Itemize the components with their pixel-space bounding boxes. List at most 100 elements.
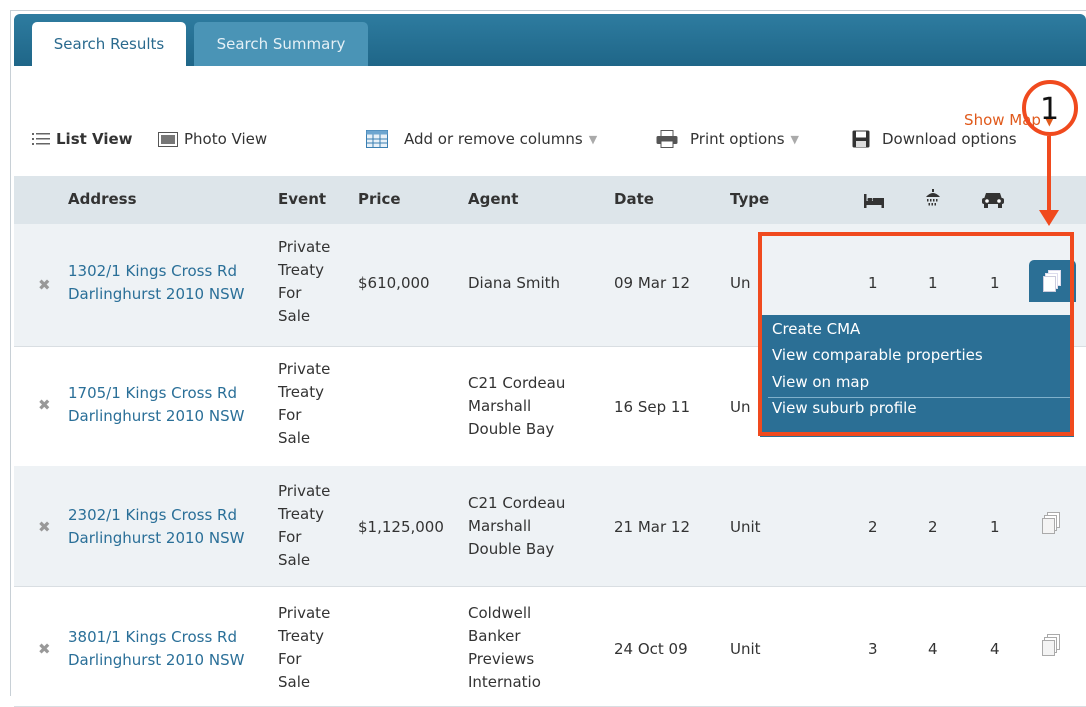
car-count: 4 — [990, 640, 1000, 658]
list-view-label: List View — [56, 130, 133, 148]
event-line: Private — [278, 238, 331, 256]
copy-icon[interactable] — [1042, 512, 1060, 534]
bed-count: 2 — [868, 518, 878, 536]
event-line: Sale — [278, 307, 311, 325]
event-text: Private Treaty For Sale — [278, 236, 330, 328]
event-line: Treaty — [278, 627, 324, 645]
photo-view-button[interactable]: Photo View — [158, 130, 267, 148]
tab-search-summary[interactable]: Search Summary — [194, 22, 368, 66]
address-link[interactable]: 1302/1 Kings Cross Rd Darlinghurst 2010 N… — [68, 260, 244, 306]
agent-line: C21 Cordeau — [468, 494, 566, 512]
address-line1: 1705/1 Kings Cross Rd — [68, 384, 237, 402]
price-text: $1,125,000 — [358, 518, 444, 536]
columns-button[interactable]: Add or remove columns ▼ — [366, 130, 597, 148]
print-options-label: Print options — [690, 130, 785, 148]
caret-down-icon: ▼ — [588, 132, 598, 146]
agent-text: C21 Cordeau Marshall Double Bay — [468, 492, 565, 561]
agent-text: Diana Smith — [468, 274, 561, 292]
address-line1: 3801/1 Kings Cross Rd — [68, 628, 237, 646]
bed-icon[interactable] — [864, 192, 884, 208]
event-line: Private — [278, 482, 331, 500]
photo-icon — [158, 131, 178, 147]
event-line: Treaty — [278, 383, 324, 401]
caret-down-icon: ▼ — [790, 132, 799, 146]
event-line: Sale — [278, 429, 311, 447]
event-line: Sale — [278, 673, 311, 691]
col-type[interactable]: Type — [730, 190, 769, 208]
event-line: Treaty — [278, 261, 324, 279]
callout-arrow-line — [1047, 136, 1051, 216]
agent-line: C21 Cordeau — [468, 374, 566, 392]
address-line1: 2302/1 Kings Cross Rd — [68, 506, 237, 524]
printer-icon — [656, 130, 678, 148]
col-agent[interactable]: Agent — [468, 190, 518, 208]
columns-label: Add or remove columns — [404, 130, 583, 148]
agent-text: Coldwell Banker Previews Internatio — [468, 602, 541, 694]
agent-line: Marshall — [468, 517, 532, 535]
agent-text: C21 Cordeau Marshall Double Bay — [468, 372, 565, 441]
address-link[interactable]: 1705/1 Kings Cross Rd Darlinghurst 2010 N… — [68, 382, 244, 428]
price-text: $610,000 — [358, 274, 430, 292]
remove-icon[interactable]: ✖ — [38, 276, 51, 294]
agent-line: Internatio — [468, 673, 541, 691]
address-link[interactable]: 2302/1 Kings Cross Rd Darlinghurst 2010 N… — [68, 504, 244, 550]
col-date[interactable]: Date — [614, 190, 654, 208]
col-address[interactable]: Address — [68, 190, 137, 208]
col-price[interactable]: Price — [358, 190, 401, 208]
type-text: Un — [730, 398, 751, 416]
address-link[interactable]: 3801/1 Kings Cross Rd Darlinghurst 2010 N… — [68, 626, 244, 672]
photo-view-label: Photo View — [184, 130, 268, 148]
event-text: Private Treaty For Sale — [278, 480, 330, 572]
address-line2: Darlinghurst 2010 NSW — [68, 285, 245, 303]
type-text: Unit — [730, 640, 761, 658]
download-options-button[interactable]: Download options — [852, 130, 1017, 148]
download-options-label: Download options — [882, 130, 1017, 148]
event-line: For — [278, 406, 302, 424]
bed-count: 3 — [868, 640, 878, 658]
car-count: 1 — [990, 518, 1000, 536]
address-line1: 1302/1 Kings Cross Rd — [68, 262, 237, 280]
type-text: Un — [730, 274, 751, 292]
shower-icon[interactable] — [924, 188, 942, 208]
print-options-button[interactable]: Print options ▼ — [656, 130, 799, 148]
event-text: Private Treaty For Sale — [278, 358, 330, 450]
bath-count: 2 — [928, 518, 938, 536]
event-line: Treaty — [278, 505, 324, 523]
date-text: 21 Mar 12 — [614, 518, 691, 536]
car-icon[interactable] — [982, 191, 1004, 208]
date-text: 16 Sep 11 — [614, 398, 690, 416]
event-line: Private — [278, 604, 331, 622]
callout-arrow-head — [1039, 210, 1059, 226]
event-line: For — [278, 650, 302, 668]
list-view-button[interactable]: List View — [32, 130, 133, 148]
tab-bar: Search Results Search Summary — [14, 14, 1086, 66]
event-line: For — [278, 528, 302, 546]
event-line: Sale — [278, 551, 311, 569]
address-line2: Darlinghurst 2010 NSW — [68, 529, 245, 547]
remove-icon[interactable]: ✖ — [38, 640, 51, 658]
callout-number: 1 — [1040, 92, 1060, 127]
agent-line: Double Bay — [468, 540, 555, 558]
copy-icon[interactable] — [1042, 634, 1060, 656]
date-text: 24 Oct 09 — [614, 640, 688, 658]
remove-icon[interactable]: ✖ — [38, 396, 51, 414]
address-line2: Darlinghurst 2010 NSW — [68, 407, 245, 425]
agent-line: Previews — [468, 650, 535, 668]
tab-search-results[interactable]: Search Results — [32, 22, 186, 66]
agent-line: Marshall — [468, 397, 532, 415]
event-line: Private — [278, 360, 331, 378]
type-text: Unit — [730, 518, 761, 536]
highlight-box — [758, 232, 1074, 436]
address-line2: Darlinghurst 2010 NSW — [68, 651, 245, 669]
remove-icon[interactable]: ✖ — [38, 518, 51, 536]
list-icon — [32, 133, 50, 145]
event-line: For — [278, 284, 302, 302]
event-text: Private Treaty For Sale — [278, 602, 330, 694]
bath-count: 4 — [928, 640, 938, 658]
agent-line: Double Bay — [468, 420, 555, 438]
col-event[interactable]: Event — [278, 190, 326, 208]
date-text: 09 Mar 12 — [614, 274, 691, 292]
agent-line: Banker — [468, 627, 521, 645]
agent-line: Coldwell — [468, 604, 532, 622]
save-disk-icon — [852, 130, 870, 148]
